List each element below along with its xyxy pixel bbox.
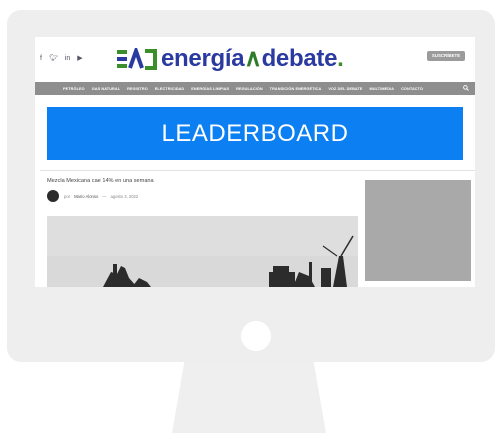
sidebar-ad[interactable] xyxy=(365,180,471,281)
facebook-icon[interactable]: f xyxy=(40,54,42,63)
leaderboard-ad[interactable]: LEADERBOARD xyxy=(47,107,463,160)
website-screen: f 🐦︎ in ▶ energía∧debate. SUSCRÍBETE PET… xyxy=(35,37,475,287)
nav-item-voz-del-debate[interactable]: VOZ DEL DEBATE xyxy=(328,87,362,91)
article-image[interactable] xyxy=(47,216,358,287)
logo-dot: . xyxy=(337,45,344,72)
main-nav: PETRÓLEO GAS NATURAL REGISTRO ELECTRICID… xyxy=(35,82,475,95)
site-header: f 🐦︎ in ▶ energía∧debate. SUSCRÍBETE xyxy=(35,37,475,82)
logo-mark-icon xyxy=(117,48,157,70)
divider xyxy=(40,170,475,171)
article-title[interactable]: Mezcla Mexicana cae 14% en una semana xyxy=(47,178,154,184)
article-photo xyxy=(47,216,358,287)
monitor-stand xyxy=(172,362,326,433)
article-date: agosto 3, 2022 xyxy=(110,194,139,199)
nav-item-registro[interactable]: REGISTRO xyxy=(127,87,148,91)
subscribe-button[interactable]: SUSCRÍBETE xyxy=(427,51,465,61)
nav-item-regulacion[interactable]: REGULACIÓN xyxy=(236,87,263,91)
logo-caret-icon: ∧ xyxy=(244,45,262,72)
monitor-frame: f 🐦︎ in ▶ energía∧debate. SUSCRÍBETE PET… xyxy=(7,10,495,362)
nav-item-electricidad[interactable]: ELECTRICIDAD xyxy=(155,87,184,91)
monitor-logo-icon xyxy=(241,321,271,351)
site-logo[interactable]: energía∧debate. xyxy=(117,46,344,72)
nav-item-multimedia[interactable]: MULTIMEDIA xyxy=(370,87,395,91)
byline-prefix: por xyxy=(64,194,71,199)
byline-separator: — xyxy=(102,194,107,199)
linkedin-icon[interactable]: in xyxy=(65,54,70,63)
logo-wordmark: energía∧debate. xyxy=(161,46,344,72)
nav-item-energias-limpias[interactable]: ENERGÍAS LIMPIAS xyxy=(191,87,229,91)
nav-items: PETRÓLEO GAS NATURAL REGISTRO ELECTRICID… xyxy=(63,87,423,91)
logo-word-energia: energía xyxy=(161,45,245,72)
youtube-icon[interactable]: ▶ xyxy=(77,54,82,63)
logo-word-debate: debate xyxy=(261,45,338,72)
nav-item-contacto[interactable]: CONTACTO xyxy=(401,87,423,91)
author-name[interactable]: Mario Alonso xyxy=(74,194,98,199)
nav-item-gas-natural[interactable]: GAS NATURAL xyxy=(92,87,120,91)
search-icon[interactable] xyxy=(463,85,469,91)
avatar xyxy=(47,190,59,202)
sidebar-ad-base xyxy=(365,281,471,287)
twitter-icon[interactable]: 🐦︎ xyxy=(49,54,58,63)
article-byline: por Mario Alonso — agosto 3, 2022 xyxy=(64,194,138,199)
nav-item-transicion[interactable]: TRANSICIÓN ENERGÉTICA xyxy=(270,87,322,91)
nav-item-petroleo[interactable]: PETRÓLEO xyxy=(63,87,85,91)
social-links: f 🐦︎ in ▶ xyxy=(40,54,83,63)
